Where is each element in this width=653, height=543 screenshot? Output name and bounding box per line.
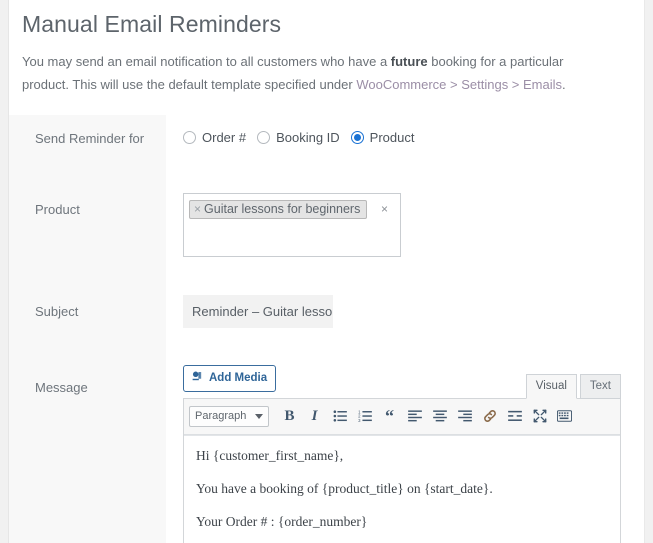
radio-icon-product[interactable]	[350, 130, 364, 144]
editor-toolbar: Paragraph B I 1 2 3 “	[184, 398, 620, 435]
editor-mode-tabs: Visual Text	[525, 373, 621, 399]
editor-content-area[interactable]: Hi {customer_first_name}, You have a boo…	[184, 434, 620, 543]
product-multiselect[interactable]: × Guitar lessons for beginners ×	[183, 192, 401, 257]
label-send-reminder-for: Send Reminder for	[9, 114, 166, 185]
tab-visual[interactable]: Visual	[525, 373, 577, 399]
product-tag-label: Guitar lessons for beginners	[204, 201, 361, 216]
svg-text:3: 3	[358, 418, 361, 422]
radio-icon-order-number[interactable]	[183, 130, 196, 144]
radio-option-product[interactable]: Product	[350, 129, 424, 145]
description-emphasis: future	[390, 54, 428, 70]
radio-label-booking-id: Booking ID	[276, 129, 340, 145]
row-product: Product × Guitar lessons for beginners ×	[9, 184, 644, 287]
product-tag[interactable]: × Guitar lessons for beginners	[189, 199, 368, 219]
woocommerce-settings-link[interactable]: WooCommerce > Settings > Emails	[356, 77, 562, 92]
field-product: × Guitar lessons for beginners ×	[166, 184, 644, 287]
label-product: Product	[9, 184, 166, 287]
page-description: You may send an email notification to al…	[9, 40, 644, 96]
bold-icon[interactable]: B	[277, 404, 302, 429]
message-editor: Add Media Visual Text Paragraph B I 1 2 …	[183, 363, 621, 543]
paragraph-format-value: Paragraph	[195, 410, 247, 423]
field-subject: Reminder – Guitar lessons	[166, 286, 644, 363]
label-subject: Subject	[9, 286, 166, 363]
description-text-end: .	[562, 76, 566, 92]
unordered-list-icon[interactable]	[327, 404, 352, 429]
subject-input[interactable]: Reminder – Guitar lessons	[183, 294, 333, 328]
add-media-button[interactable]: Add Media	[183, 364, 277, 392]
insert-link-icon[interactable]	[477, 404, 502, 429]
send-reminder-radio-group: Order # Booking ID Product	[183, 130, 644, 145]
italic-icon[interactable]: I	[302, 404, 327, 429]
align-left-icon[interactable]	[402, 404, 427, 429]
editor-box: Paragraph B I 1 2 3 “ Hi {customer_first…	[183, 397, 621, 543]
add-media-label: Add Media	[209, 371, 268, 384]
tab-text[interactable]: Text	[579, 373, 621, 399]
editor-top-bar: Add Media Visual Text	[183, 363, 621, 399]
field-send-reminder-for: Order # Booking ID Product	[166, 114, 644, 185]
align-center-icon[interactable]	[427, 404, 452, 429]
blockquote-icon[interactable]: “	[377, 404, 402, 429]
radio-option-booking-id[interactable]: Booking ID	[257, 130, 349, 145]
label-message: Message	[9, 362, 166, 543]
row-subject: Subject Reminder – Guitar lessons	[9, 286, 644, 363]
row-send-reminder-for: Send Reminder for Order # Booking ID Pro…	[9, 114, 644, 185]
settings-form-table: Send Reminder for Order # Booking ID Pro…	[9, 114, 644, 543]
admin-page: Manual Email Reminders You may send an e…	[8, 0, 645, 543]
read-more-icon[interactable]	[502, 404, 527, 429]
editor-paragraph: You have a booking of {product_title} on…	[196, 480, 493, 496]
editor-paragraph: Your Order # : {order_number}	[196, 513, 368, 529]
row-message: Message Add Media Visual Text Paragraph …	[9, 362, 644, 543]
field-message: Add Media Visual Text Paragraph B I 1 2 …	[166, 362, 644, 543]
tag-remove-icon[interactable]: ×	[194, 203, 201, 215]
add-media-icon	[191, 370, 204, 387]
ordered-list-icon[interactable]: 1 2 3	[352, 404, 377, 429]
align-right-icon[interactable]	[452, 404, 477, 429]
radio-label-product: Product	[369, 129, 415, 145]
chevron-down-icon	[255, 413, 263, 419]
subject-input-value: Reminder – Guitar lessons	[192, 303, 333, 319]
fullscreen-icon[interactable]	[527, 404, 552, 429]
radio-label-order-number: Order #	[202, 129, 247, 145]
page-title: Manual Email Reminders	[22, 11, 282, 37]
description-text-1: You may send an email notification to al…	[22, 54, 391, 70]
select-clear-icon[interactable]: ×	[381, 203, 388, 215]
paragraph-format-select[interactable]: Paragraph	[189, 405, 269, 427]
radio-icon-booking-id[interactable]	[257, 130, 271, 144]
editor-paragraph: Hi {customer_first_name},	[196, 447, 344, 463]
toolbar-toggle-icon[interactable]	[552, 404, 577, 429]
radio-option-order-number[interactable]: Order #	[183, 130, 255, 145]
